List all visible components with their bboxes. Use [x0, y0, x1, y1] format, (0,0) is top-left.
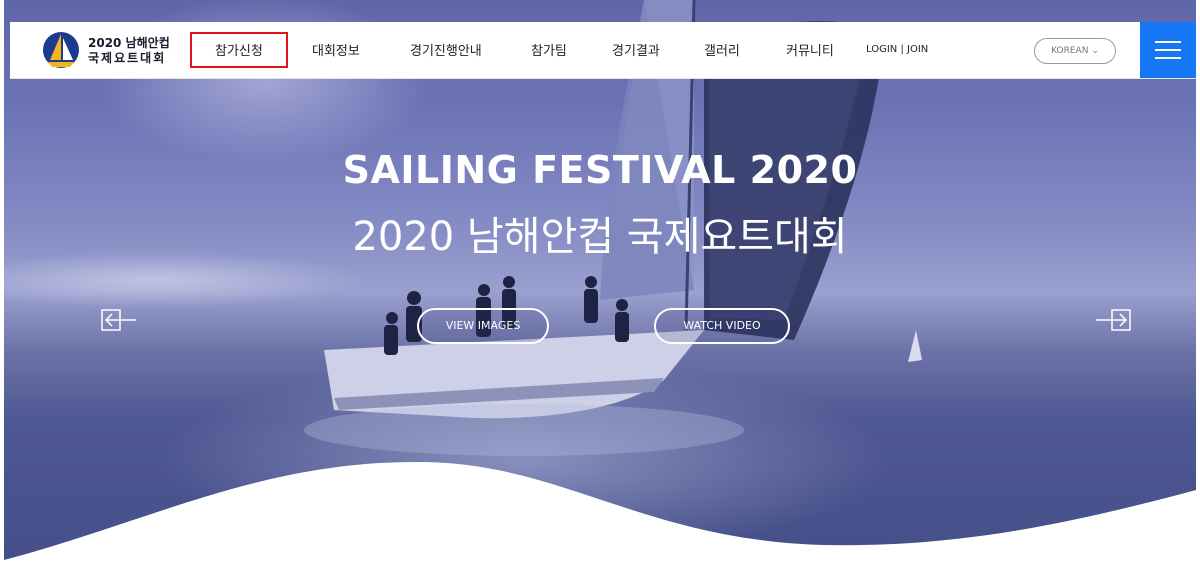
nav-item-apply[interactable]: 참가신청 [215, 40, 263, 59]
nav-item-info[interactable]: 대회정보 [312, 40, 360, 59]
watch-video-button[interactable]: WATCH VIDEO [654, 308, 790, 344]
arrow-left-icon[interactable] [100, 300, 140, 340]
language-label: KOREAN [1051, 46, 1089, 56]
view-images-button[interactable]: VIEW IMAGES [417, 308, 549, 344]
nav-item-community[interactable]: 커뮤니티 [786, 40, 834, 59]
chevron-down-icon: ⌄ [1091, 46, 1099, 56]
hero-title-ko: 2020 남해안컵 국제요트대회 [352, 214, 848, 260]
nav-item-results[interactable]: 경기결과 [612, 40, 660, 59]
hero-banner [4, 0, 1196, 584]
brand-line-2: 국제요트대회 [88, 51, 167, 65]
top-navbar: 2020 남해안컵 국제요트대회 참가신청 대회정보 경기진행안내 참가팀 경기… [10, 22, 1196, 79]
join-link[interactable]: JOIN [907, 44, 928, 55]
auth-separator: | [900, 44, 904, 55]
site-logo[interactable]: 2020 남해안컵 국제요트대회 [42, 30, 182, 70]
auth-links: LOGIN | JOIN [866, 44, 928, 55]
nav-item-gallery[interactable]: 갤러리 [704, 40, 740, 59]
sailboat-logo-icon [43, 32, 79, 68]
hamburger-menu-button[interactable] [1140, 22, 1196, 78]
brand-line-1: 2020 남해안컵 [88, 36, 170, 50]
hero-title-en: SAILING FESTIVAL 2020 [342, 148, 858, 192]
nav-item-teams[interactable]: 참가팀 [531, 40, 567, 59]
arrow-right-icon[interactable] [1092, 300, 1132, 340]
login-link[interactable]: LOGIN [866, 44, 897, 55]
language-selector[interactable]: KOREAN ⌄ [1034, 38, 1116, 64]
nav-item-guide[interactable]: 경기진행안내 [410, 40, 482, 59]
sailboat-illustration [4, 0, 1196, 584]
